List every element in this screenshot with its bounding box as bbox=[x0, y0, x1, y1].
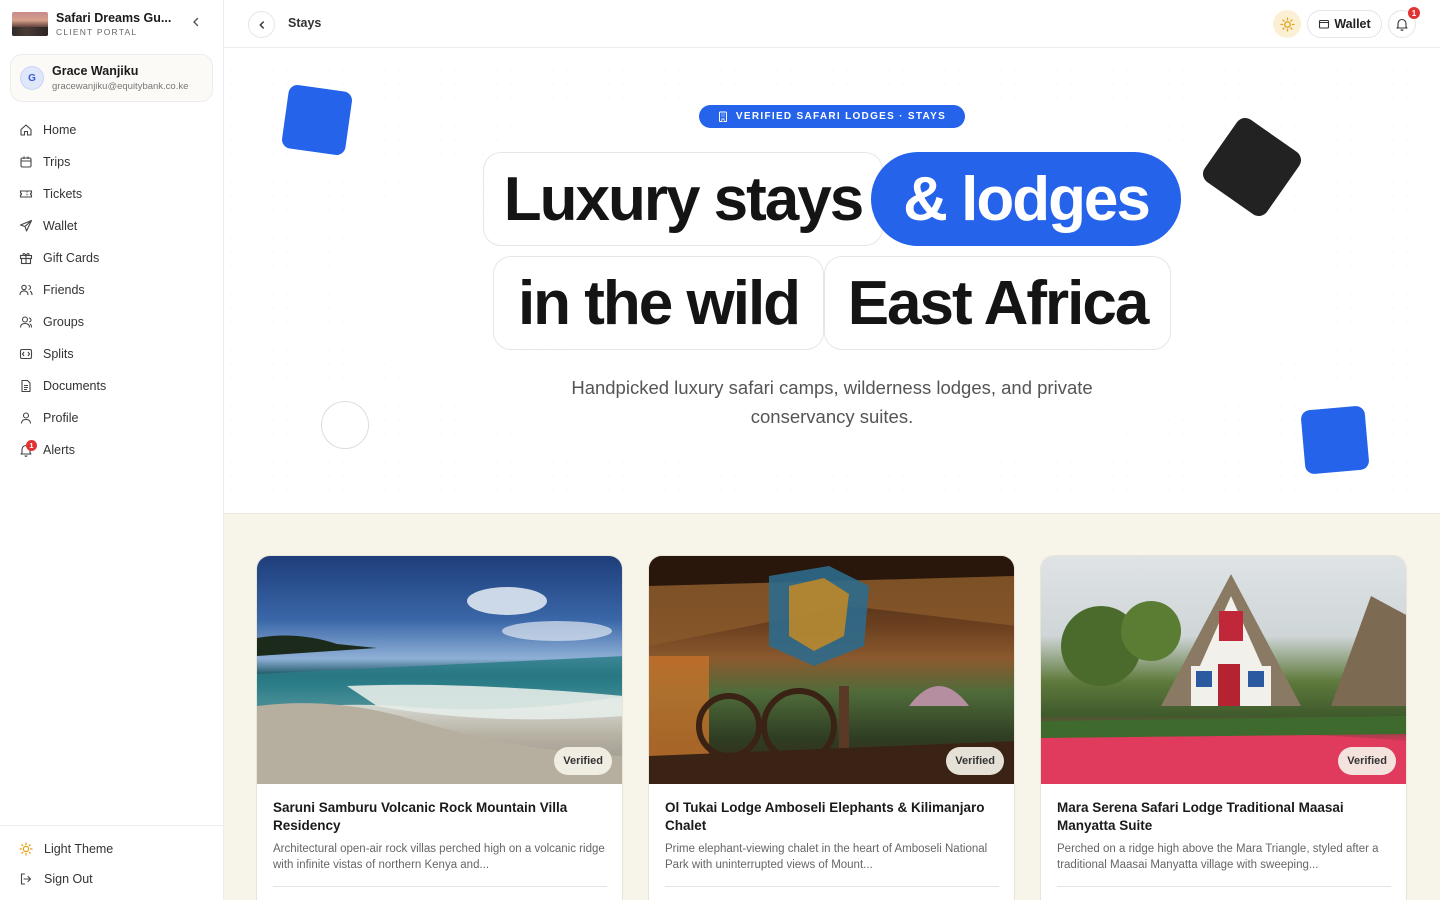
sidebar-item-home[interactable]: Home bbox=[0, 114, 223, 146]
stay-description: Architectural open-air rock villas perch… bbox=[273, 843, 605, 871]
document-icon bbox=[18, 378, 34, 394]
notifications-button[interactable]: 1 bbox=[1388, 7, 1420, 38]
hero-word-box: East Africa bbox=[824, 256, 1171, 350]
bell-icon bbox=[1396, 18, 1408, 31]
stay-image: Verified bbox=[257, 556, 622, 784]
theme-toggle[interactable]: Light Theme bbox=[0, 834, 223, 864]
sidebar-item-label: Gift Cards bbox=[43, 251, 100, 265]
sidebar-item-tickets[interactable]: Tickets bbox=[0, 178, 223, 210]
hero-subtitle: Handpicked luxury safari camps, wilderne… bbox=[571, 377, 1093, 427]
hero-pill-label: VERIFIED SAFARI LODGES · STAYS bbox=[735, 111, 947, 122]
alerts-badge: 1 bbox=[26, 440, 37, 451]
theme-toggle-label: Light Theme bbox=[44, 842, 114, 856]
decorative-blue-square bbox=[280, 83, 354, 157]
sidebar-item-label: Trips bbox=[43, 155, 71, 169]
sidebar-item-trips[interactable]: Trips bbox=[0, 146, 223, 178]
chevron-left-icon bbox=[258, 20, 264, 29]
sidebar-item-alerts[interactable]: 1 Alerts bbox=[0, 434, 223, 466]
wallet-icon bbox=[1319, 19, 1330, 29]
user-card[interactable]: G Grace Wanjiku gracewanjiku@equitybank.… bbox=[10, 54, 213, 102]
ticket-icon bbox=[18, 186, 34, 202]
sidebar-item-label: Alerts bbox=[43, 443, 75, 457]
decorative-circle bbox=[321, 401, 369, 449]
stay-title: Mara Serena Safari Lodge Traditional Maa… bbox=[1057, 800, 1344, 833]
calendar-icon bbox=[18, 154, 34, 170]
stay-title: Saruni Samburu Volcanic Rock Mountain Vi… bbox=[273, 800, 568, 833]
hero-word-box: in the wild bbox=[493, 256, 824, 350]
log-out-icon bbox=[18, 871, 34, 887]
chevron-left-icon bbox=[193, 17, 199, 27]
stays-listing-section: Verified Saruni Samburu Volcanic Rock Mo… bbox=[224, 513, 1440, 900]
hero-word-box: Luxury stays bbox=[483, 152, 883, 246]
sidebar-item-label: Home bbox=[43, 123, 77, 137]
stay-image: Verified bbox=[649, 556, 1014, 784]
topbar: Stays Wallet 1 bbox=[224, 0, 1440, 48]
sidebar-item-label: Documents bbox=[43, 379, 107, 393]
hero-section: VERIFIED SAFARI LODGES · STAYS Luxury st… bbox=[224, 49, 1440, 513]
page-title: Stays bbox=[288, 16, 322, 30]
avatar: G bbox=[20, 66, 44, 90]
stay-description: Perched on a ridge high above the Mara T… bbox=[1057, 843, 1379, 871]
user-icon bbox=[18, 410, 34, 426]
hero-pill-badge: VERIFIED SAFARI LODGES · STAYS bbox=[699, 105, 965, 128]
send-icon bbox=[18, 218, 34, 234]
divider bbox=[273, 886, 607, 887]
verified-badge: Verified bbox=[946, 747, 1004, 775]
divider bbox=[1057, 886, 1391, 887]
sidebar-item-label: Profile bbox=[43, 411, 79, 425]
gift-icon bbox=[18, 250, 34, 266]
split-icon bbox=[18, 346, 34, 362]
user-email: gracewanjiku@equitybank.co.ke bbox=[52, 81, 189, 92]
brand[interactable]: Safari Dreams Gu... CLIENT PORTAL bbox=[12, 10, 212, 38]
sidebar-item-profile[interactable]: Profile bbox=[0, 402, 223, 434]
sidebar-item-wallet[interactable]: Wallet bbox=[0, 210, 223, 242]
back-button[interactable] bbox=[248, 11, 275, 38]
verified-badge: Verified bbox=[554, 747, 612, 775]
home-icon bbox=[18, 122, 34, 138]
decorative-blue-square bbox=[1300, 405, 1370, 475]
stay-card[interactable]: Verified Ol Tukai Lodge Amboseli Elephan… bbox=[648, 555, 1015, 900]
brand-name: Safari Dreams Gu... bbox=[56, 11, 172, 25]
hero-word-box-highlight: & lodges bbox=[871, 152, 1181, 246]
sidebar-item-documents[interactable]: Documents bbox=[0, 370, 223, 402]
sidebar-item-label: Groups bbox=[43, 315, 84, 329]
divider bbox=[665, 886, 999, 887]
theme-button[interactable] bbox=[1273, 10, 1301, 38]
sidebar-nav: Home Trips Tickets Wallet Gift Cards Fri… bbox=[0, 114, 223, 466]
sidebar-item-label: Friends bbox=[43, 283, 85, 297]
wallet-button[interactable]: Wallet bbox=[1307, 10, 1382, 38]
brand-logo bbox=[12, 12, 48, 36]
stay-title: Ol Tukai Lodge Amboseli Elephants & Kili… bbox=[665, 800, 985, 833]
sidebar-item-label: Wallet bbox=[43, 219, 78, 233]
users-icon bbox=[18, 282, 34, 298]
notification-badge: 1 bbox=[1408, 7, 1420, 19]
stay-card[interactable]: Verified Saruni Samburu Volcanic Rock Mo… bbox=[256, 555, 623, 900]
sidebar-item-label: Splits bbox=[43, 347, 74, 361]
sign-out-label: Sign Out bbox=[44, 872, 93, 886]
collapse-sidebar-button[interactable] bbox=[188, 16, 204, 32]
stay-description: Prime elephant-viewing chalet in the hea… bbox=[665, 843, 988, 871]
verified-badge: Verified bbox=[1338, 747, 1396, 775]
sign-out-button[interactable]: Sign Out bbox=[0, 864, 223, 894]
sidebar-item-gift-cards[interactable]: Gift Cards bbox=[0, 242, 223, 274]
stay-card[interactable]: Verified Mara Serena Safari Lodge Tradit… bbox=[1040, 555, 1407, 900]
sun-icon bbox=[1279, 16, 1295, 32]
user-name: Grace Wanjiku bbox=[52, 64, 139, 78]
stay-image: Verified bbox=[1041, 556, 1406, 784]
sidebar: Safari Dreams Gu... CLIENT PORTAL G Grac… bbox=[0, 0, 224, 900]
sidebar-item-groups[interactable]: Groups bbox=[0, 306, 223, 338]
wallet-button-label: Wallet bbox=[1334, 17, 1371, 31]
brand-subtitle: CLIENT PORTAL bbox=[56, 27, 138, 37]
user-group-icon bbox=[18, 314, 34, 330]
sidebar-footer: Light Theme Sign Out bbox=[0, 825, 223, 894]
sun-icon bbox=[18, 841, 34, 857]
sidebar-item-splits[interactable]: Splits bbox=[0, 338, 223, 370]
sidebar-item-friends[interactable]: Friends bbox=[0, 274, 223, 306]
sidebar-item-label: Tickets bbox=[43, 187, 83, 201]
building-icon bbox=[718, 111, 727, 122]
